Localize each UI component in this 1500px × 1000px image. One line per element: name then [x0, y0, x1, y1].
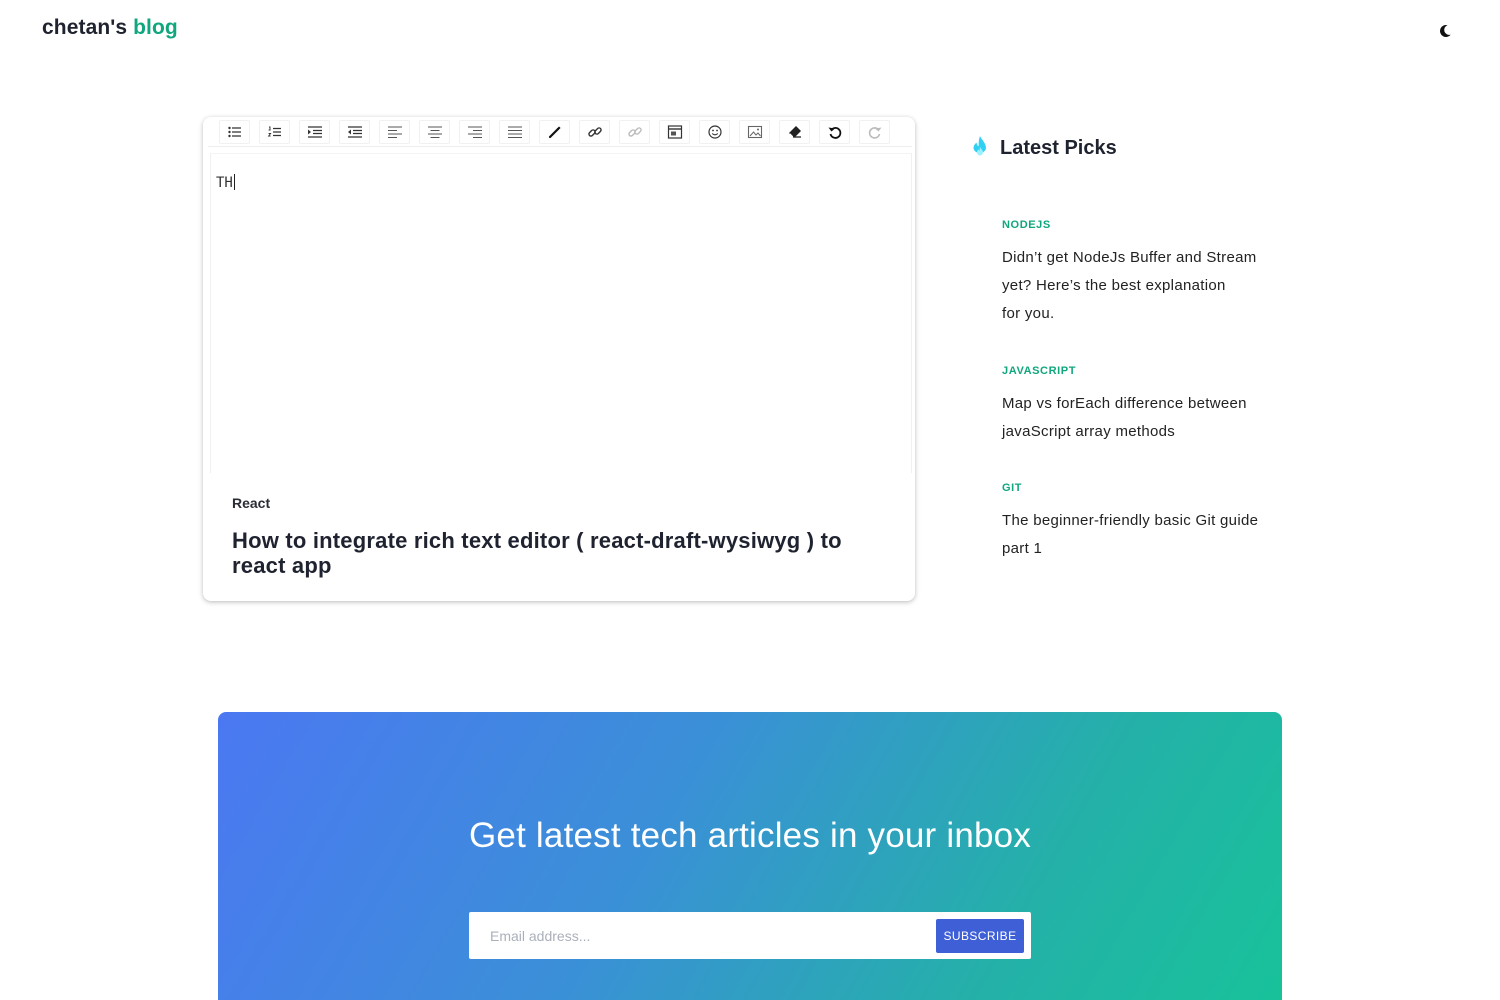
- link-button[interactable]: [579, 119, 610, 144]
- email-input[interactable]: [479, 918, 929, 953]
- align-justify-button[interactable]: [499, 119, 530, 144]
- text-caret: [233, 174, 235, 190]
- embedded-icon: [667, 124, 682, 139]
- color-picker-button[interactable]: [539, 119, 570, 144]
- eraser-button[interactable]: [779, 119, 810, 144]
- align-center-button[interactable]: [419, 119, 450, 144]
- latest-picks-title: Latest Picks: [1000, 136, 1117, 159]
- align-right-button[interactable]: [459, 119, 490, 144]
- pick-category[interactable]: NODEJS: [1002, 219, 1292, 231]
- align-center-icon: [427, 125, 442, 138]
- subscribe-button[interactable]: SUBSCRIBE: [936, 919, 1024, 953]
- flame-icon: [973, 136, 986, 156]
- latest-picks-header: Latest Picks: [968, 134, 1117, 162]
- site-logo[interactable]: chetan's blog: [42, 16, 178, 40]
- redo-icon: [868, 126, 881, 139]
- unlink-button[interactable]: [619, 119, 650, 144]
- pick-title-line: javaScript array methods: [1002, 423, 1176, 440]
- align-left-button[interactable]: [379, 119, 410, 144]
- unordered-list-icon: [227, 126, 241, 137]
- color-picker-icon: [548, 125, 561, 138]
- emoji-button[interactable]: [699, 119, 730, 144]
- pick-category[interactable]: GIT: [1002, 482, 1292, 494]
- newsletter-form: SUBSCRIBE: [469, 912, 1031, 959]
- pick-title-link[interactable]: Map vs forEach difference between javaSc…: [1002, 390, 1292, 446]
- featured-post-title[interactable]: How to integrate rich text editor ( reac…: [232, 528, 892, 578]
- align-right-icon: [467, 125, 482, 138]
- redo-button[interactable]: [859, 119, 890, 144]
- editor-text-value: TH: [216, 175, 233, 191]
- brand-name: chetan's: [42, 16, 128, 39]
- pick-title-line: for you.: [1002, 305, 1055, 322]
- align-justify-icon: [507, 125, 522, 138]
- link-icon: [587, 126, 602, 137]
- pick-title-link[interactable]: Didn’t get NodeJs Buffer and Stream yet?…: [1002, 244, 1292, 328]
- undo-icon: [828, 126, 841, 139]
- eraser-icon: [788, 125, 801, 138]
- align-left-icon: [387, 125, 402, 138]
- newsletter-title: Get latest tech articles in your inbox: [468, 816, 1032, 855]
- undo-button[interactable]: [819, 119, 850, 144]
- latest-pick-item: GIT The beginner-friendly basic Git guid…: [1002, 482, 1292, 563]
- pick-title-line: The beginner-friendly basic Git guide: [1002, 512, 1259, 529]
- editor-content-area[interactable]: TH: [210, 153, 912, 473]
- unordered-list-button[interactable]: [219, 119, 250, 144]
- ordered-list-button[interactable]: [259, 119, 290, 144]
- moon-icon: [1439, 25, 1451, 38]
- outdent-icon: [347, 125, 362, 138]
- latest-pick-item: JAVASCRIPT Map vs forEach difference bet…: [1002, 365, 1292, 446]
- featured-post-category[interactable]: React: [232, 495, 270, 511]
- pick-title-link[interactable]: The beginner-friendly basic Git guide pa…: [1002, 507, 1292, 563]
- pick-title-line: part 1: [1002, 540, 1043, 557]
- pick-category[interactable]: JAVASCRIPT: [1002, 365, 1292, 377]
- image-button[interactable]: [739, 119, 770, 144]
- latest-pick-item: NODEJS Didn’t get NodeJs Buffer and Stre…: [1002, 219, 1292, 328]
- brand-accent: blog: [133, 16, 178, 39]
- indent-icon: [307, 125, 322, 138]
- featured-post-card[interactable]: TH React How to integrate rich text edit…: [203, 117, 915, 601]
- embedded-button[interactable]: [659, 119, 690, 144]
- ordered-list-icon: [267, 126, 281, 136]
- newsletter-section: Get latest tech articles in your inbox S…: [218, 712, 1282, 1000]
- pick-title-line: yet? Here’s the best explanation: [1002, 277, 1226, 294]
- image-icon: [747, 125, 762, 138]
- editor-toolbar: [208, 117, 912, 147]
- pick-title-line: Map vs forEach difference between: [1002, 395, 1247, 412]
- outdent-button[interactable]: [339, 119, 370, 144]
- theme-toggle-button[interactable]: [1436, 22, 1454, 40]
- rich-text-editor: TH: [208, 117, 912, 473]
- site-header: chetan's blog: [0, 0, 1500, 60]
- pick-title-line: Didn’t get NodeJs Buffer and Stream: [1002, 249, 1257, 266]
- indent-button[interactable]: [299, 119, 330, 144]
- unlink-icon: [627, 126, 642, 137]
- editor-text: TH: [216, 174, 235, 191]
- emoji-icon: [707, 124, 722, 139]
